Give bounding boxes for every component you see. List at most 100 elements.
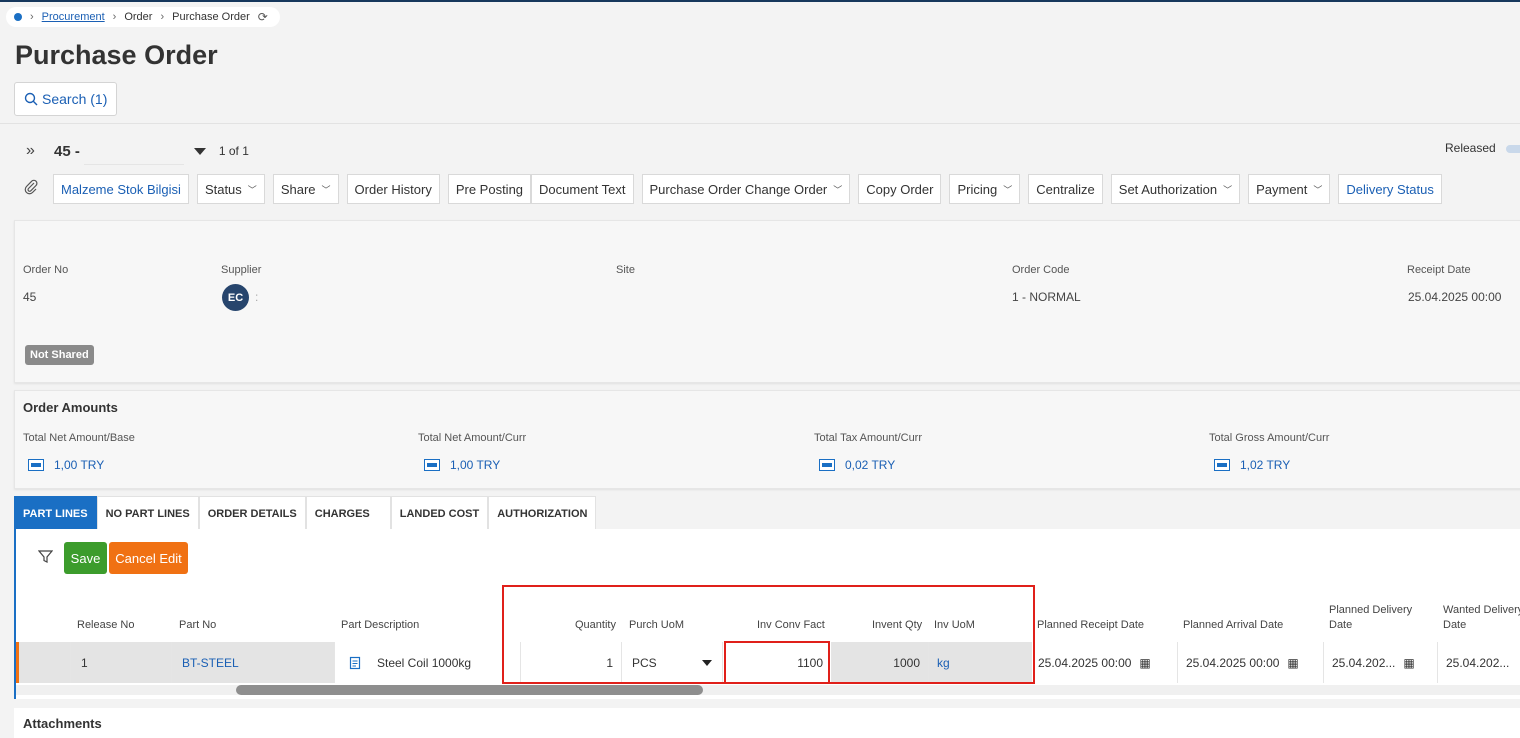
search-icon <box>24 92 38 106</box>
cancel-edit-button[interactable]: Cancel Edit <box>109 542 188 574</box>
column-header-planned-receipt-date[interactable]: Planned Receipt Date <box>1037 618 1144 633</box>
chevron-right-icon: › <box>30 11 34 23</box>
malzeme-stok-bilgisi-button[interactable]: Malzeme Stok Bilgisi <box>53 174 189 204</box>
record-position: 1 of 1 <box>218 144 249 158</box>
total-net-base-amount[interactable]: 1,00 TRY <box>28 458 104 472</box>
horizontal-scrollbar-thumb[interactable] <box>236 685 703 695</box>
tab-part-lines[interactable]: PART LINES <box>14 496 97 530</box>
home-dot-icon[interactable] <box>14 13 22 21</box>
toolbar-label: Centralize <box>1036 181 1095 197</box>
total-gross-curr-amount[interactable]: 1,02 TRY <box>1214 458 1290 472</box>
planned-arrival-date-value: 25.04.2025 00:00 <box>1186 655 1280 670</box>
breadcrumb: › Procurement › Order › Purchase Order ⟳ <box>6 7 280 27</box>
page-title: Purchase Order <box>15 40 218 70</box>
centralize-button[interactable]: Centralize <box>1028 174 1103 204</box>
cell-planned-receipt-date[interactable]: 25.04.2025 00:00 ▦ <box>1032 642 1178 683</box>
tab-order-details[interactable]: ORDER DETAILS <box>198 496 306 530</box>
amount-value: 1,00 TRY <box>450 458 501 472</box>
supplier-avatar[interactable]: EC <box>222 284 249 311</box>
refresh-icon[interactable]: ⟳ <box>258 10 268 24</box>
status-label: Released <box>1445 141 1496 155</box>
share-status-badge: Not Shared <box>25 345 94 365</box>
top-accent-line <box>0 0 1520 2</box>
command-toolbar: Malzeme Stok Bilgisi Status ﹀ Share ﹀ Orde… <box>24 173 1450 205</box>
toolbar-label: Purchase Order Change Order <box>649 181 828 197</box>
order-no-value: 45 <box>23 290 37 304</box>
toolbar-label: Pre Posting <box>455 181 524 197</box>
breadcrumb-order[interactable]: Order <box>124 11 152 23</box>
cell-part-description[interactable]: Steel Coil 1000kg <box>335 642 521 683</box>
status-indicator <box>1506 145 1520 153</box>
pre-posting-button[interactable]: Pre Posting <box>447 174 532 204</box>
amount-value: 0,02 TRY <box>845 458 896 472</box>
record-selector-field[interactable] <box>83 138 184 165</box>
row-selector[interactable] <box>19 642 71 683</box>
cell-part-no[interactable]: BT-STEEL <box>172 642 335 683</box>
currency-icon <box>1214 459 1230 471</box>
save-button[interactable]: Save <box>64 542 107 574</box>
paperclip-icon[interactable] <box>24 179 53 199</box>
column-header-release-no[interactable]: Release No <box>77 618 134 633</box>
copy-order-button[interactable]: Copy Order <box>858 174 942 204</box>
caret-down-icon[interactable] <box>193 147 206 155</box>
record-navigator: » 45 - 1 of 1 <box>26 138 249 165</box>
divider <box>0 123 1520 124</box>
currency-icon <box>819 459 835 471</box>
toolbar-label: Malzeme Stok Bilgisi <box>61 181 181 197</box>
tab-no-part-lines[interactable]: NO PART LINES <box>96 496 199 530</box>
column-header-part-no[interactable]: Part No <box>179 618 216 633</box>
attachments-title: Attachments <box>23 716 102 731</box>
toolbar-label: Payment <box>1256 181 1308 197</box>
column-header-part-description[interactable]: Part Description <box>341 618 419 633</box>
calendar-icon[interactable]: ▦ <box>1139 656 1150 670</box>
share-menu-button[interactable]: Share ﹀ <box>272 174 339 204</box>
chevron-down-icon: ﹀ <box>833 184 843 195</box>
cell-planned-arrival-date[interactable]: 25.04.2025 00:00 ▦ <box>1178 642 1324 683</box>
planned-receipt-date-value: 25.04.2025 00:00 <box>1038 655 1132 670</box>
column-header-planned-arrival-date[interactable]: Planned Arrival Date <box>1183 618 1283 633</box>
filter-icon[interactable] <box>37 549 54 568</box>
tab-landed-cost[interactable]: LANDED COST <box>390 496 489 530</box>
tab-charges[interactable]: CHARGES <box>305 496 391 530</box>
pricing-menu-button[interactable]: Pricing ﹀ <box>949 174 1021 204</box>
toolbar-label: Document Text <box>539 181 626 197</box>
column-header-planned-delivery-date[interactable]: Planned Delivery Date <box>1329 603 1429 633</box>
chevron-right-icon: › <box>160 11 165 23</box>
total-tax-curr-amount[interactable]: 0,02 TRY <box>819 458 895 472</box>
payment-menu-button[interactable]: Payment ﹀ <box>1248 174 1331 204</box>
detail-tabs: PART LINES NO PART LINES ORDER DETAILS C… <box>14 496 597 530</box>
currency-icon <box>28 459 44 471</box>
calendar-icon[interactable]: ▦ <box>1403 656 1414 670</box>
part-lines-panel: Save Cancel Edit Release No Part No Part… <box>14 529 1520 699</box>
tab-authorization[interactable]: AUTHORIZATION <box>488 496 597 530</box>
column-header-wanted-delivery-date[interactable]: Wanted Delivery Date <box>1443 603 1520 633</box>
search-button[interactable]: Search (1) <box>14 82 118 116</box>
cell-planned-delivery-date[interactable]: 25.04.202... ▦ <box>1324 642 1438 683</box>
total-net-base-label: Total Net Amount/Base <box>23 432 135 444</box>
double-chevron-right-icon[interactable]: » <box>26 142 50 160</box>
order-history-button[interactable]: Order History <box>346 174 440 204</box>
set-authorization-menu-button[interactable]: Set Authorization ﹀ <box>1110 174 1241 204</box>
order-no-label: Order No <box>23 264 69 276</box>
search-button-label: Search (1) <box>42 91 108 107</box>
chevron-right-icon: › <box>112 11 117 23</box>
toolbar-label: Order History <box>354 181 432 197</box>
chevron-down-icon: ﹀ <box>1313 184 1323 195</box>
planned-delivery-date-value: 25.04.202... <box>1332 655 1396 670</box>
attachments-section: Attachments <box>14 708 1520 738</box>
total-tax-curr-label: Total Tax Amount/Curr <box>814 432 923 444</box>
status-menu-button[interactable]: Status ﹀ <box>196 174 265 204</box>
amount-value: 1,02 TRY <box>1240 458 1291 472</box>
calendar-icon[interactable]: ▦ <box>1287 656 1298 670</box>
site-label: Site <box>616 264 635 276</box>
cell-release-no: 1 <box>71 642 172 683</box>
order-amounts-card: Order Amounts Total Net Amount/Base 1,00… <box>14 390 1520 489</box>
breadcrumb-procurement[interactable]: Procurement <box>42 11 105 23</box>
toolbar-label: Set Authorization <box>1118 181 1218 197</box>
total-net-curr-amount[interactable]: 1,00 TRY <box>424 458 500 472</box>
po-change-order-menu-button[interactable]: Purchase Order Change Order ﹀ <box>641 174 851 204</box>
document-text-button[interactable]: Document Text <box>531 174 634 204</box>
supplier-value: : <box>255 290 259 304</box>
cell-wanted-delivery-date[interactable]: 25.04.202... <box>1438 642 1520 683</box>
delivery-status-button[interactable]: Delivery Status <box>1338 174 1442 204</box>
